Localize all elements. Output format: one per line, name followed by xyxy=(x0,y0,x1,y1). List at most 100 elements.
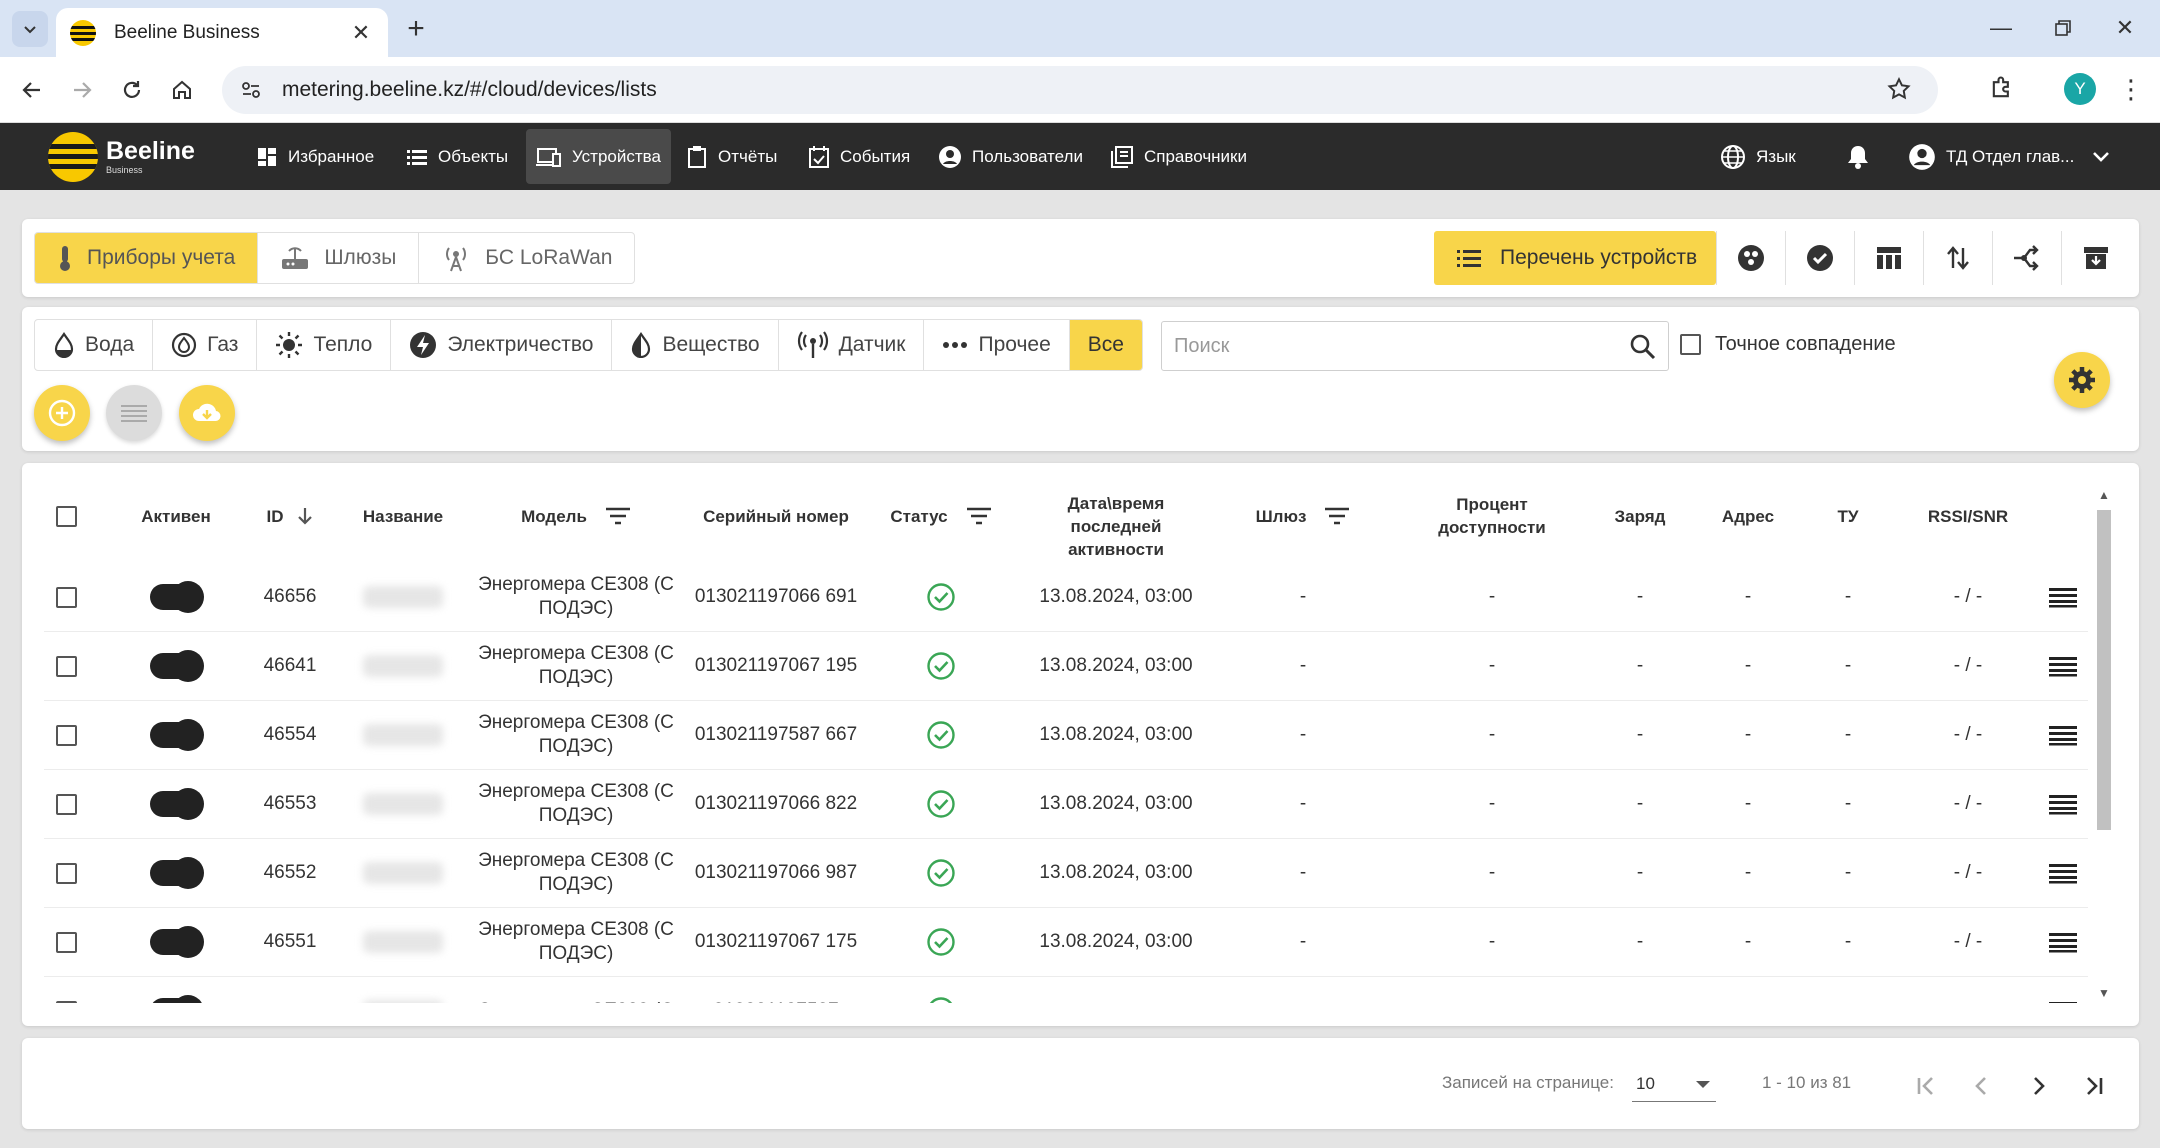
col-name[interactable]: Название xyxy=(340,493,466,539)
groups-button[interactable] xyxy=(1716,231,1785,285)
filter-water[interactable]: Вода xyxy=(35,320,154,370)
active-toggle[interactable] xyxy=(150,857,204,889)
table-row[interactable]: 46553 Энергомера CE308 (С ПОДЭС) 013021197… xyxy=(44,770,2088,839)
row-actions-button[interactable] xyxy=(2038,701,2088,769)
close-window-button[interactable]: ✕ xyxy=(2100,10,2150,46)
nav-directories[interactable]: Справочники xyxy=(1100,129,1257,184)
col-tu[interactable]: ТУ xyxy=(1798,493,1898,539)
settings-button[interactable] xyxy=(2054,352,2110,408)
nav-reports[interactable]: Отчёты xyxy=(676,129,787,184)
active-toggle[interactable] xyxy=(150,926,204,958)
col-rssi[interactable]: RSSI/SNR xyxy=(1898,493,2038,539)
verify-button[interactable] xyxy=(1785,231,1854,285)
prev-page-button[interactable] xyxy=(1962,1066,2002,1106)
new-tab-button[interactable]: + xyxy=(398,12,434,48)
reload-button[interactable] xyxy=(114,72,150,108)
filter-substance[interactable]: Вещество xyxy=(612,320,779,370)
col-last-activity[interactable]: Дата\время последней активности xyxy=(1032,491,1200,561)
next-page-button[interactable] xyxy=(2018,1066,2058,1106)
row-actions-button[interactable] xyxy=(2038,977,2088,1003)
row-checkbox[interactable] xyxy=(56,586,77,608)
scrollbar-thumb[interactable] xyxy=(2097,510,2111,830)
nav-favorites[interactable]: Избранное xyxy=(246,129,384,184)
active-toggle[interactable] xyxy=(150,719,204,751)
device-list-button[interactable]: Перечень устройств xyxy=(1434,231,1716,285)
routing-button[interactable] xyxy=(1992,231,2061,285)
filter-all[interactable]: Все xyxy=(1069,320,1142,370)
table-row[interactable]: 46641 Энергомера CE308 (С ПОДЭС) 013021197… xyxy=(44,632,2088,701)
exact-match-option[interactable]: Точное совпадение xyxy=(1680,333,1896,356)
sort-button[interactable] xyxy=(1923,231,1992,285)
notifications-button[interactable] xyxy=(1836,129,1890,184)
row-actions-button[interactable] xyxy=(2038,632,2088,700)
profile-avatar[interactable]: Y xyxy=(2064,73,2096,105)
search-icon[interactable] xyxy=(1630,334,1656,365)
nav-users[interactable]: Пользователи xyxy=(928,129,1093,184)
nav-devices[interactable]: Устройства xyxy=(526,129,671,184)
tab-lorawan[interactable]: БС LoRaWan xyxy=(419,233,634,283)
add-device-button[interactable] xyxy=(34,385,90,441)
col-gateway[interactable]: Шлюз xyxy=(1218,493,1388,539)
row-checkbox[interactable] xyxy=(56,655,77,677)
row-actions-button[interactable] xyxy=(2038,770,2088,838)
row-checkbox[interactable] xyxy=(56,862,77,884)
first-page-button[interactable] xyxy=(1906,1066,1946,1106)
scroll-down-icon[interactable]: ▼ xyxy=(2097,986,2111,1000)
close-tab-icon[interactable]: ✕ xyxy=(348,20,374,46)
nav-objects[interactable]: Объекты xyxy=(396,129,518,184)
col-charge[interactable]: Заряд xyxy=(1582,493,1698,539)
back-button[interactable] xyxy=(14,72,50,108)
minimize-button[interactable]: — xyxy=(1976,10,2026,46)
archive-button[interactable] xyxy=(2061,231,2130,285)
omnibox[interactable]: metering.beeline.kz/#/cloud/devices/list… xyxy=(222,66,1938,114)
select-all-checkbox[interactable] xyxy=(56,505,77,527)
row-actions-button[interactable] xyxy=(2038,563,2088,631)
browser-menu-icon[interactable]: ⋮ xyxy=(2118,71,2144,107)
search-input[interactable] xyxy=(1162,322,1668,370)
col-active[interactable]: Активен xyxy=(112,493,240,539)
col-model[interactable]: Модель xyxy=(466,493,686,539)
filter-electricity[interactable]: Электричество xyxy=(391,320,613,370)
filter-gas[interactable]: Газ xyxy=(153,320,258,370)
row-checkbox[interactable] xyxy=(56,793,77,815)
beeline-logo[interactable]: Beeline Business xyxy=(48,132,200,182)
table-scrollbar[interactable]: ▲ ▼ xyxy=(2094,486,2114,1004)
user-menu[interactable]: ТД Отдел глав... xyxy=(1898,129,2122,184)
tab-meters[interactable]: Приборы учета xyxy=(35,233,259,283)
exact-match-checkbox[interactable] xyxy=(1680,334,1701,355)
restore-button[interactable] xyxy=(2038,10,2088,46)
download-button[interactable] xyxy=(179,385,235,441)
forward-button[interactable] xyxy=(64,72,100,108)
browser-tab[interactable]: Beeline Business ✕ xyxy=(56,8,388,57)
columns-button[interactable] xyxy=(1854,231,1923,285)
row-actions-button[interactable] xyxy=(2038,839,2088,907)
filter-heat[interactable]: Тепло xyxy=(257,320,392,370)
col-address[interactable]: Адрес xyxy=(1698,493,1798,539)
filter-other[interactable]: Прочее xyxy=(924,320,1070,370)
row-actions-button[interactable] xyxy=(2038,908,2088,976)
table-row[interactable]: Энергомера CE308 (С 013021197587 xyxy=(44,977,2088,1003)
row-checkbox[interactable] xyxy=(56,724,77,746)
active-toggle[interactable] xyxy=(150,788,204,820)
col-availability[interactable]: Процент доступности xyxy=(1412,493,1572,539)
nav-events[interactable]: События xyxy=(798,129,920,184)
table-row[interactable]: 46554 Энергомера CE308 (С ПОДЭС) 013021197… xyxy=(44,701,2088,770)
row-checkbox[interactable] xyxy=(56,1000,77,1003)
tab-gateways[interactable]: Шлюзы xyxy=(258,233,420,283)
bulk-actions-button[interactable] xyxy=(106,385,162,441)
col-id[interactable]: ID xyxy=(240,493,340,539)
last-page-button[interactable] xyxy=(2074,1066,2114,1106)
col-serial[interactable]: Серийный номер xyxy=(686,493,866,539)
scroll-up-icon[interactable]: ▲ xyxy=(2097,488,2111,502)
extensions-icon[interactable] xyxy=(1988,74,2016,107)
home-button[interactable] xyxy=(164,72,200,108)
row-checkbox[interactable] xyxy=(56,931,77,953)
table-row[interactable]: 46552 Энергомера CE308 (С ПОДЭС) 013021197… xyxy=(44,839,2088,908)
active-toggle[interactable] xyxy=(150,995,204,1003)
table-row[interactable]: 46551 Энергомера CE308 (С ПОДЭС) 013021197… xyxy=(44,908,2088,977)
active-toggle[interactable] xyxy=(150,650,204,682)
per-page-select[interactable]: 10 xyxy=(1632,1066,1716,1102)
language-selector[interactable]: Язык xyxy=(1710,129,1806,184)
table-row[interactable]: 46656 Энергомера CE308 (С ПОДЭС) 013021197… xyxy=(44,563,2088,632)
tab-search-button[interactable] xyxy=(12,11,48,47)
